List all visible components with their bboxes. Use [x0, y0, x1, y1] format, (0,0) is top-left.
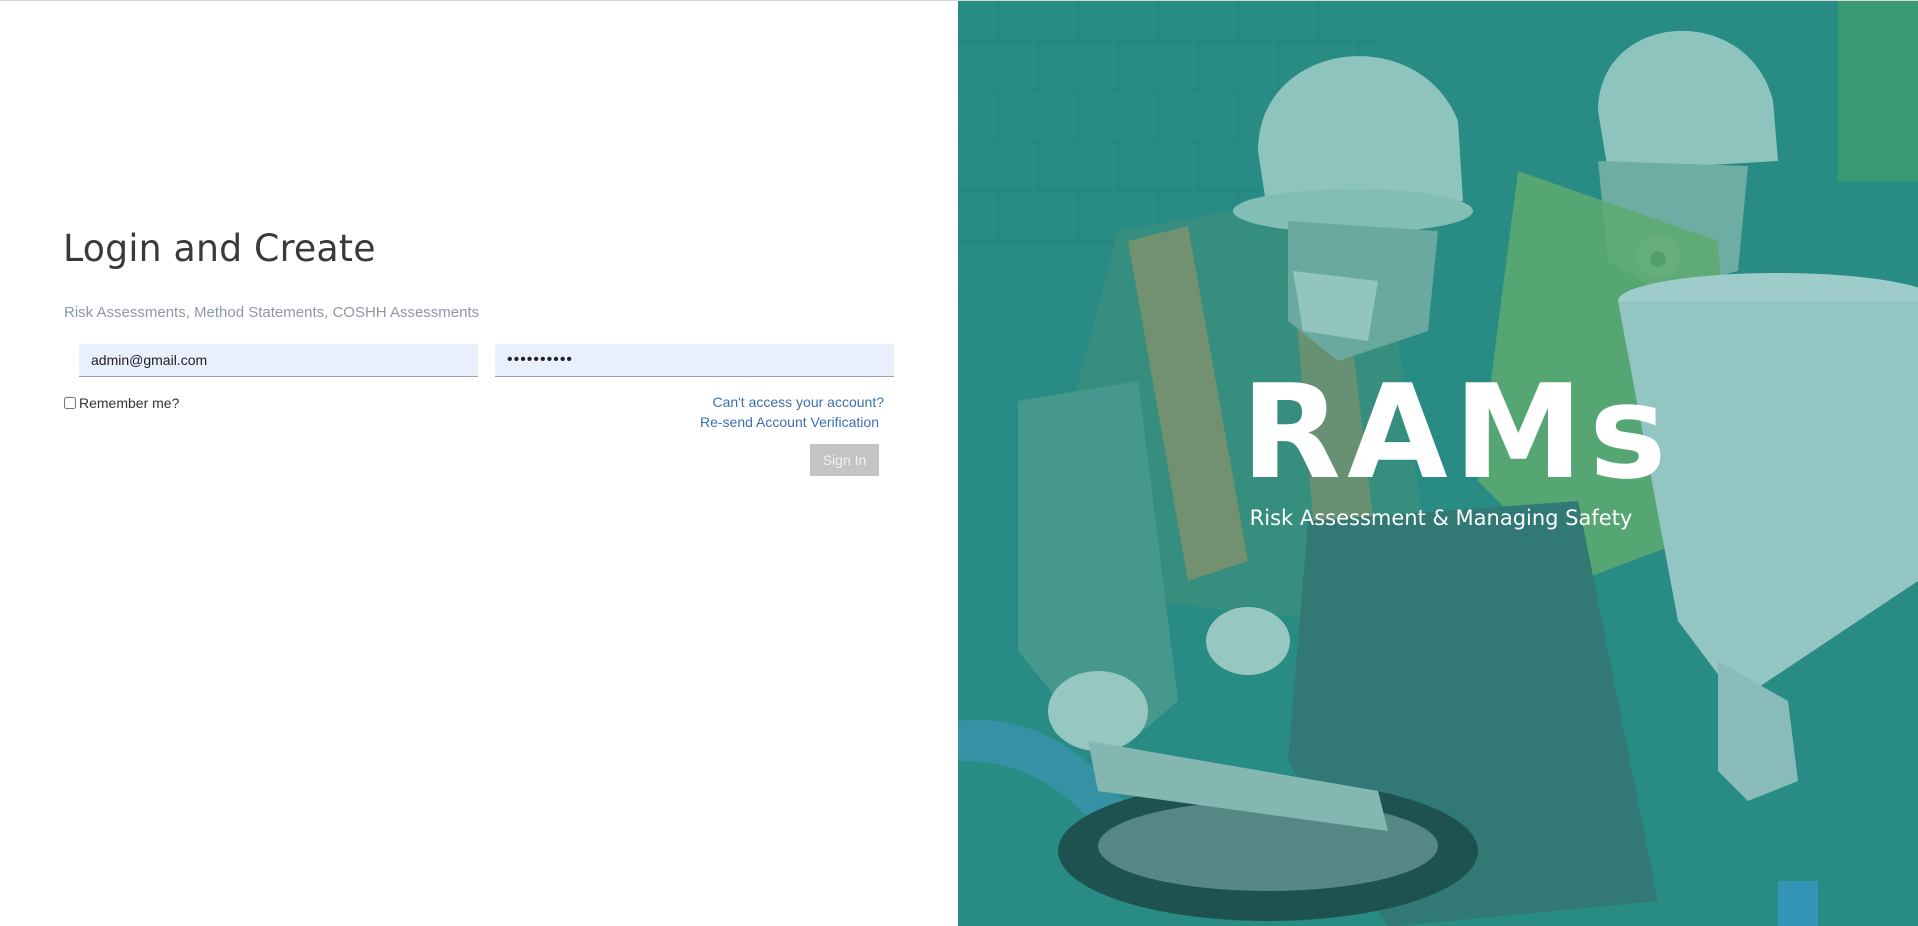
- remember-me[interactable]: Remember me?: [63, 395, 179, 411]
- resend-verification-link[interactable]: Re-send Account Verification: [700, 414, 879, 430]
- brand-logo: RAMs: [1241, 356, 1673, 508]
- cant-access-account-link[interactable]: Can't access your account?: [712, 394, 884, 410]
- sign-in-button[interactable]: Sign In: [810, 444, 879, 476]
- remember-me-checkbox[interactable]: [64, 397, 76, 409]
- brand-block: RAMs Risk Assessment & Managing Safety: [1241, 356, 1673, 531]
- login-page: Login and Create Risk Assessments, Metho…: [0, 0, 1918, 926]
- email-field[interactable]: [79, 344, 478, 377]
- remember-me-label: Remember me?: [79, 395, 180, 411]
- hero-panel: RAMs Risk Assessment & Managing Safety: [958, 1, 1918, 926]
- password-field[interactable]: [495, 344, 894, 377]
- login-panel: Login and Create Risk Assessments, Metho…: [0, 1, 958, 926]
- page-title: Login and Create: [63, 227, 376, 270]
- page-subtitle: Risk Assessments, Method Statements, COS…: [64, 304, 480, 321]
- brand-tagline: Risk Assessment & Managing Safety: [1249, 506, 1633, 530]
